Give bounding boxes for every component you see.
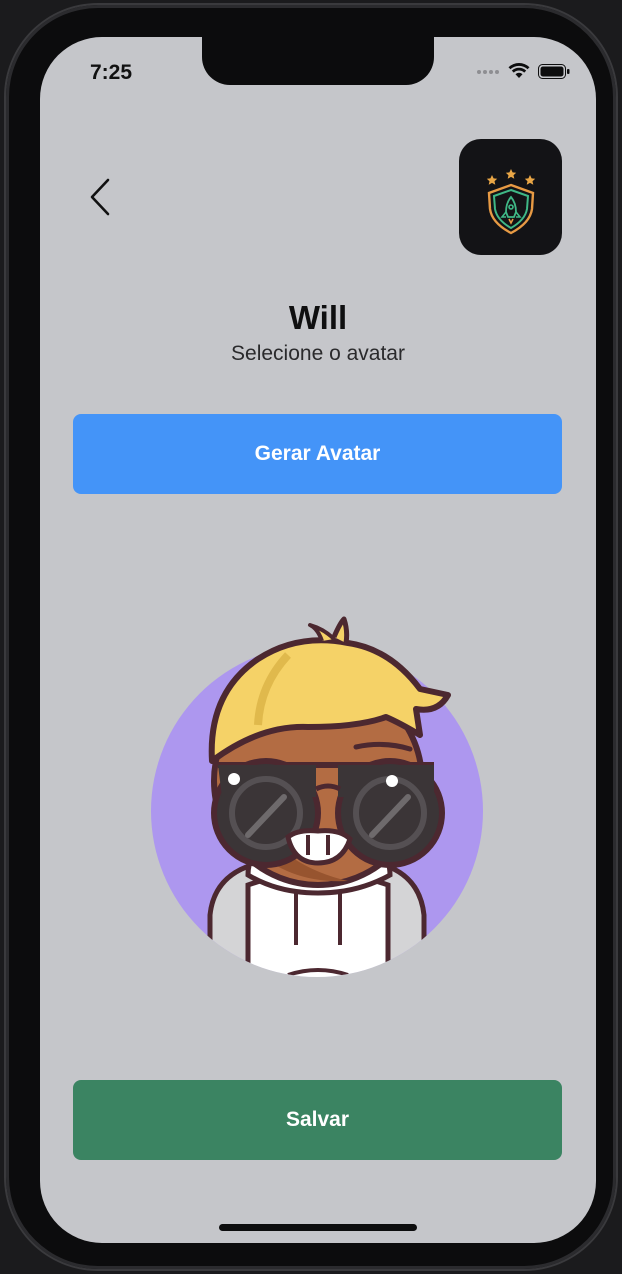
shield-rocket-logo-icon bbox=[486, 169, 535, 235]
status-icons bbox=[476, 63, 570, 79]
home-indicator[interactable] bbox=[219, 1224, 417, 1231]
chevron-left-icon bbox=[90, 178, 110, 216]
avatar-illustration bbox=[151, 616, 483, 977]
user-name: Will bbox=[288, 299, 348, 336]
phone-frame: 7:25 Will Selecione o avatar Gerar Avata… bbox=[6, 5, 616, 1269]
generate-avatar-button[interactable]: Gerar Avatar bbox=[73, 414, 562, 494]
wifi-icon bbox=[508, 63, 530, 78]
battery-icon bbox=[538, 63, 570, 79]
device-notch bbox=[202, 37, 434, 85]
save-button[interactable]: Salvar bbox=[73, 1080, 562, 1160]
page-subtitle: Selecione o avatar bbox=[231, 342, 405, 365]
avatar-image bbox=[148, 585, 488, 985]
back-button[interactable] bbox=[80, 177, 120, 217]
status-time: 7:25 bbox=[90, 61, 133, 84]
app-logo bbox=[459, 139, 562, 255]
signal-dots-icon bbox=[477, 70, 499, 74]
app-screen: 7:25 Will Selecione o avatar Gerar Avata… bbox=[40, 37, 596, 1243]
